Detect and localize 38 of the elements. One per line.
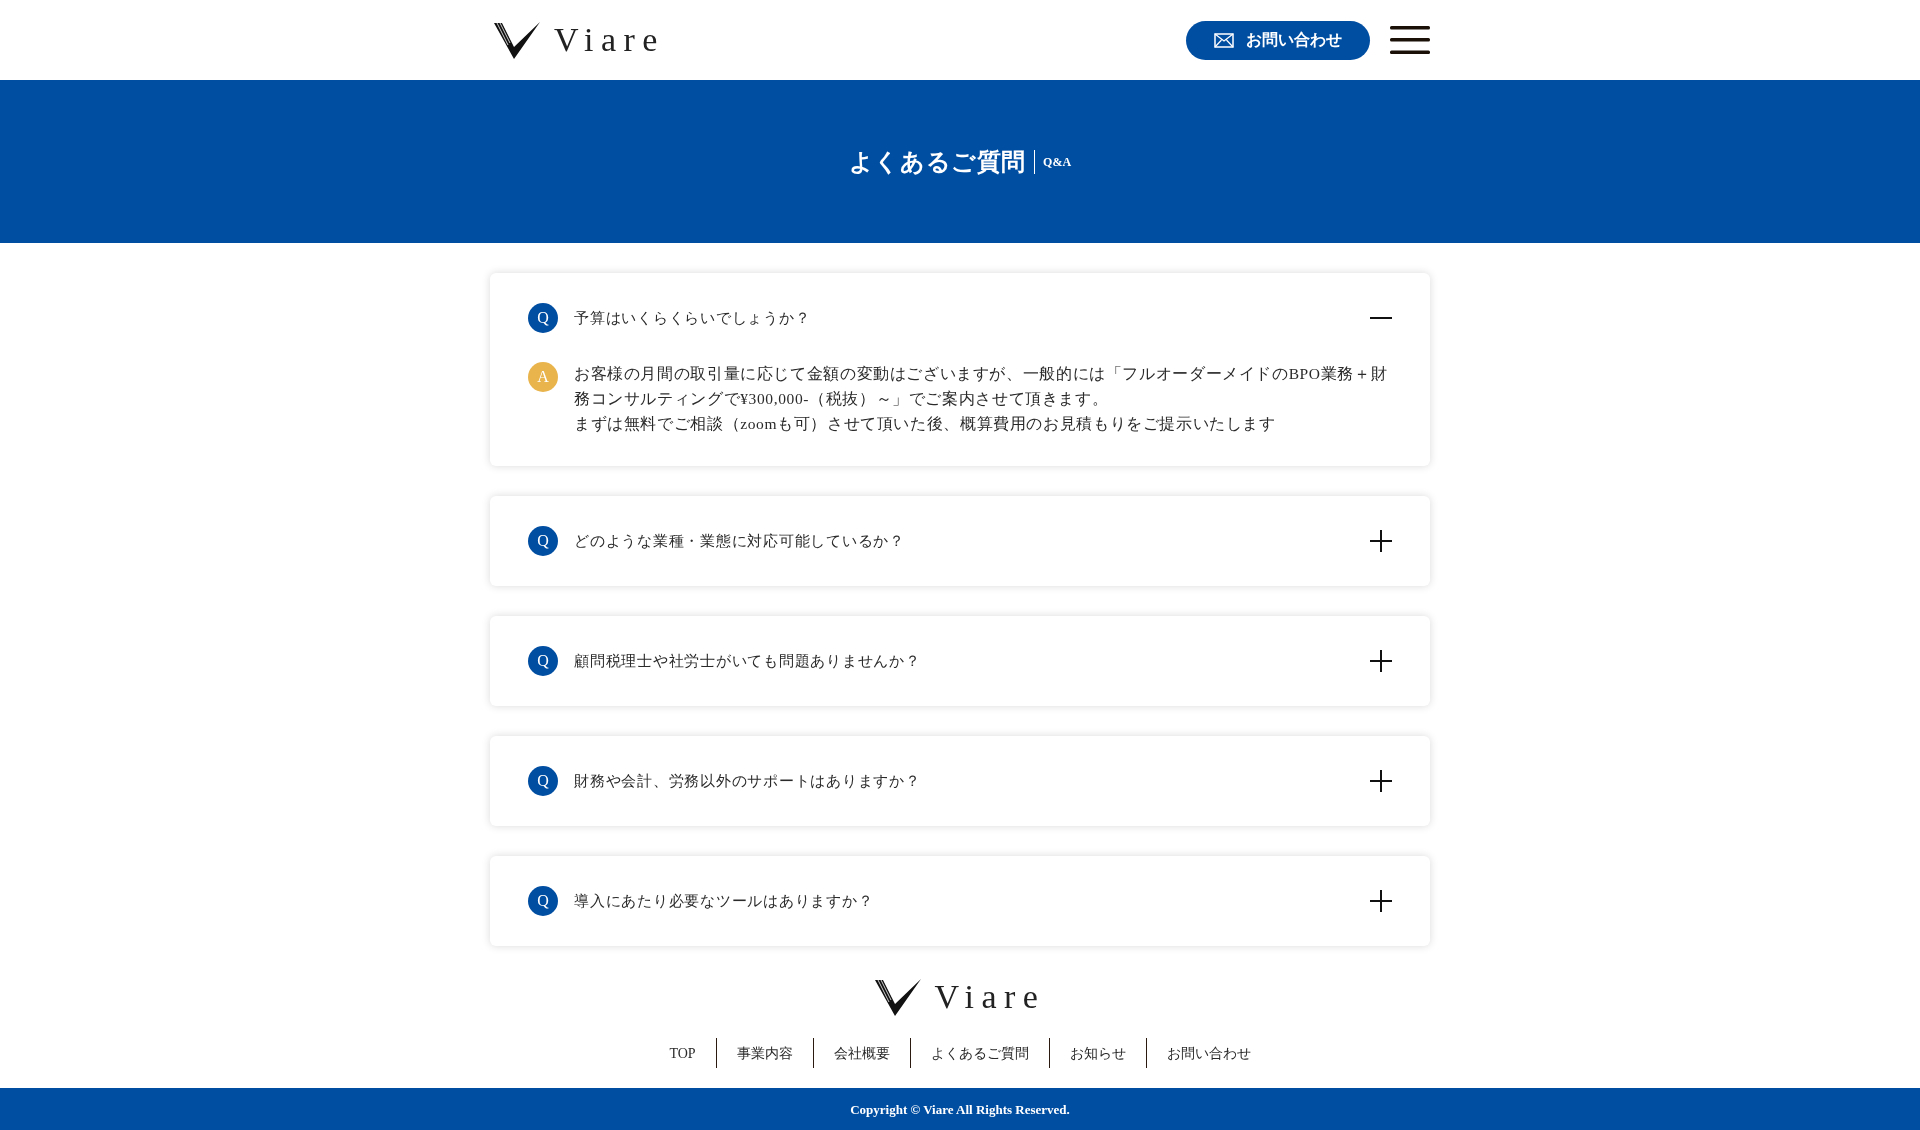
- expand-icon[interactable]: [1370, 530, 1392, 552]
- footer-nav-link[interactable]: お問い合わせ: [1146, 1042, 1271, 1064]
- answer-text: お客様の月間の取引量に応じて金額の変動はございますが、一般的には「フルオーダーメイドのBPO業務＋財務コンサルティングで¥300,000-（税抜）～」でご案内させて頂きます。: [574, 364, 1388, 409]
- footer-nav-link[interactable]: お知らせ: [1049, 1042, 1146, 1064]
- expand-icon[interactable]: [1370, 770, 1392, 792]
- faq-question-row[interactable]: Q 導入にあたり必要なツールはありますか？: [528, 856, 1392, 946]
- question-text: 予算はいくらくらいでしょうか？: [574, 308, 812, 328]
- footer-nav-link[interactable]: 会社概要: [813, 1042, 910, 1064]
- question-mark-badge: Q: [528, 886, 558, 916]
- question-text: 財務や会計、労務以外のサポートはありますか？: [574, 771, 922, 791]
- question-text: どのような業種・業態に対応可能しているか？: [574, 531, 906, 551]
- checkmark-logo-icon: [494, 21, 542, 59]
- faq-question-row[interactable]: Q 顧問税理士や社労士がいても問題ありませんか？: [528, 616, 1392, 706]
- question-mark-badge: Q: [528, 303, 558, 333]
- expand-icon[interactable]: [1370, 890, 1392, 912]
- answer-text: まずは無料でご相談（zoomも可）させて頂いた後、概算費用のお見積もりをご提示いたします: [574, 414, 1277, 434]
- question-text: 導入にあたり必要なツールはありますか？: [574, 891, 875, 911]
- question-mark-badge: Q: [528, 766, 558, 796]
- page-subtitle: Q&A: [1043, 153, 1072, 171]
- logo-text: Viare: [934, 980, 1046, 1014]
- faq-question-row[interactable]: Q 予算はいくらくらいでしょうか？: [528, 283, 1392, 353]
- question-mark-badge: Q: [528, 646, 558, 676]
- answer-mark-badge: A: [528, 362, 558, 392]
- footer-nav-link[interactable]: TOP: [649, 1042, 716, 1064]
- page-title: よくあるご質問: [848, 147, 1027, 177]
- checkmark-logo-icon: [874, 978, 923, 1016]
- mail-icon: [1214, 32, 1234, 48]
- question-text: 顧問税理士や社労士がいても問題ありませんか？: [574, 651, 922, 671]
- expand-icon[interactable]: [1370, 650, 1392, 672]
- footer-nav-link[interactable]: よくあるご質問: [910, 1042, 1049, 1064]
- menu-icon[interactable]: [1390, 25, 1430, 55]
- logo-text: Viare: [554, 23, 665, 57]
- question-mark-badge: Q: [528, 526, 558, 556]
- faq-question-row[interactable]: Q 財務や会計、労務以外のサポートはありますか？: [528, 736, 1392, 826]
- contact-button[interactable]: お問い合わせ: [1186, 20, 1370, 60]
- faq-question-row[interactable]: Q どのような業種・業態に対応可能しているか？: [528, 496, 1392, 586]
- copyright-text: Copyright © Viare All Rights Reserved.: [850, 1101, 1070, 1120]
- footer-nav-link[interactable]: 事業内容: [716, 1042, 813, 1064]
